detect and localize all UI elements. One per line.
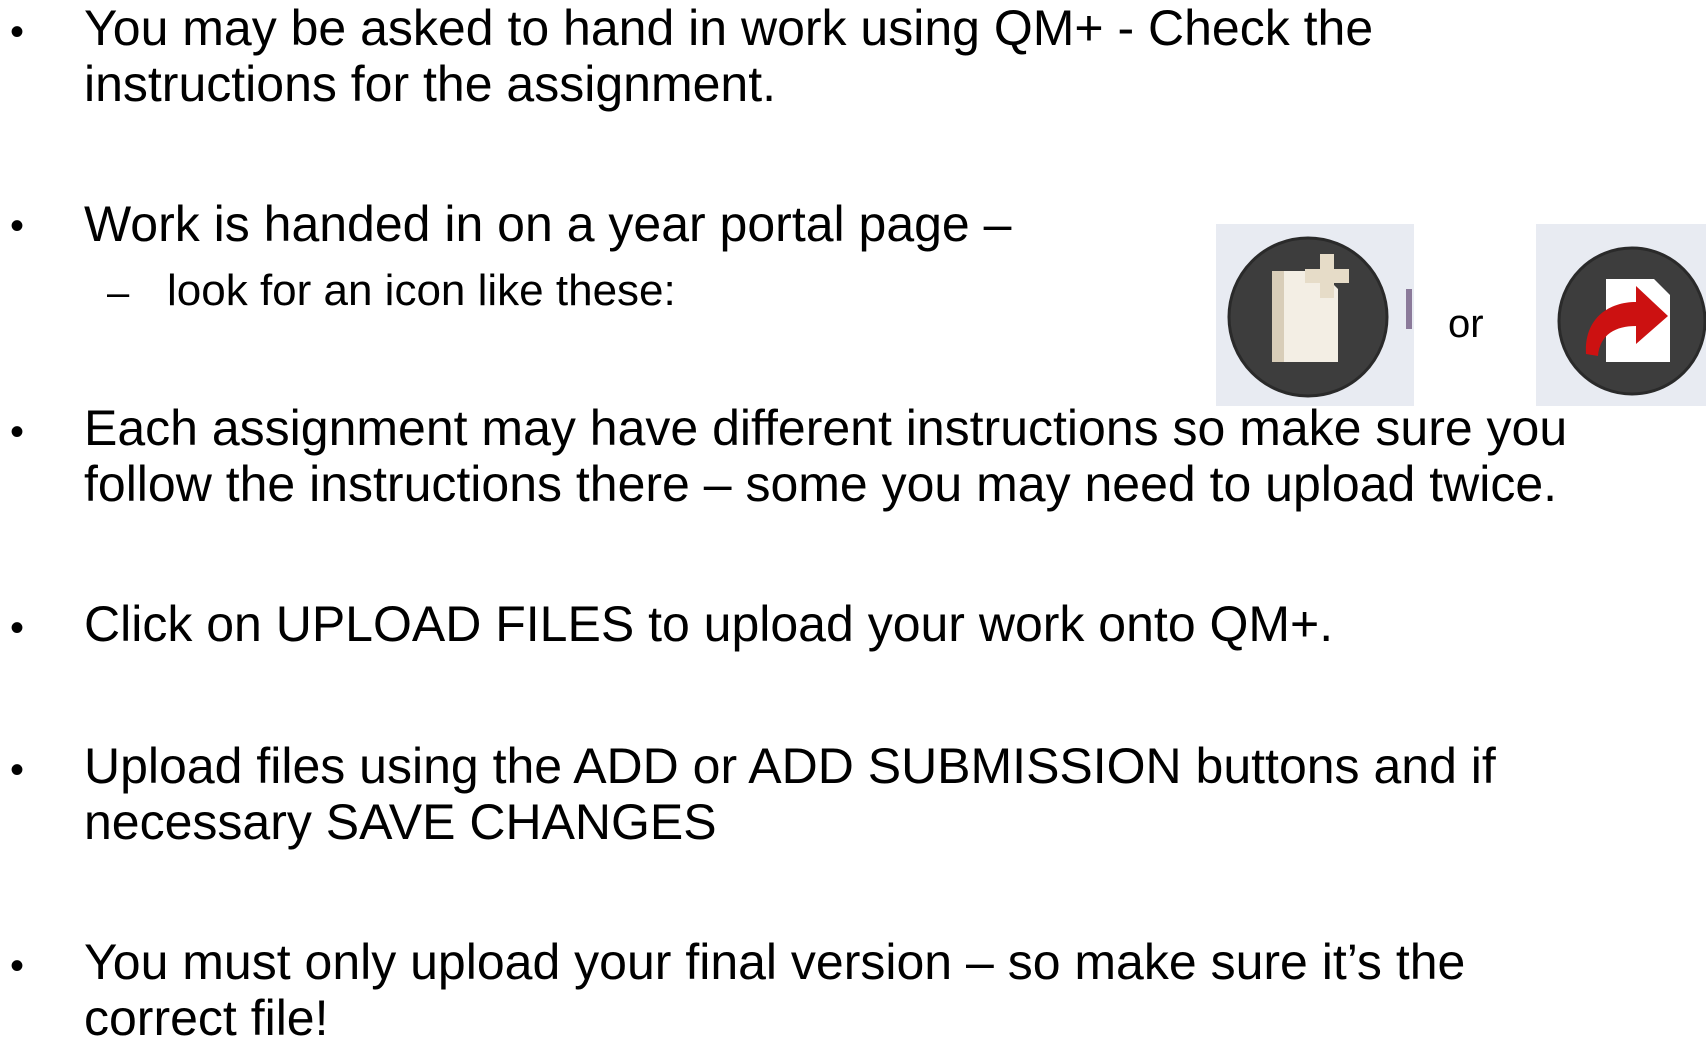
bullet-6-line-1: You must only upload your final version … <box>84 934 1466 990</box>
bullet-5-line-1: Upload files using the ADD or ADD SUBMIS… <box>84 738 1496 794</box>
bullet-1-line-1: You may be asked to hand in work using Q… <box>84 0 1374 56</box>
bullet-2-line-1: Work is handed in on a year portal page … <box>84 196 1012 252</box>
bullet-marker: • <box>10 410 25 454</box>
bullet-6-line-2: correct file! <box>84 990 329 1046</box>
bullet-marker: • <box>10 748 25 792</box>
submit-file-icon <box>1536 224 1706 406</box>
bullet-marker: • <box>10 606 25 650</box>
bullet-4-line-1: Click on UPLOAD FILES to upload your wor… <box>84 596 1334 652</box>
bullet-1-line-2: instructions for the assignment. <box>84 56 776 112</box>
bullet-marker: • <box>10 944 25 988</box>
sub-bullet-text: look for an icon like these: <box>167 266 676 315</box>
sub-bullet-dash: – <box>107 271 130 315</box>
add-file-icon <box>1216 224 1414 406</box>
bullet-3-line-2: follow the instructions there – some you… <box>84 456 1558 512</box>
or-label: or <box>1448 302 1484 346</box>
bullet-5-line-2: necessary SAVE CHANGES <box>84 794 717 850</box>
bullet-marker: • <box>10 204 25 248</box>
bullet-marker: • <box>10 10 25 54</box>
bullet-3-line-1: Each assignment may have different instr… <box>84 400 1568 456</box>
